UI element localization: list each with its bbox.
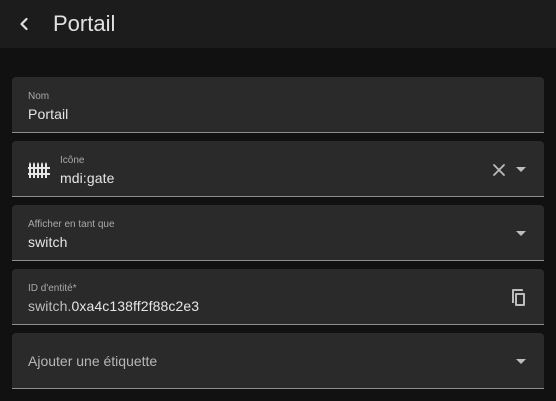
add-label-placeholder: Ajouter une étiquette bbox=[28, 353, 158, 369]
clear-icon[interactable] bbox=[492, 163, 506, 177]
show-as-select[interactable]: Afficher en tant que switch bbox=[12, 205, 544, 261]
back-button[interactable] bbox=[10, 10, 38, 38]
show-as-value[interactable]: switch bbox=[28, 233, 68, 251]
entity-id-value-wrapper[interactable]: switch.0xa4c138ff2f88c2e3 bbox=[28, 297, 199, 315]
copy-icon[interactable] bbox=[509, 288, 526, 307]
gate-icon bbox=[28, 162, 50, 178]
icon-field-label: Icône bbox=[60, 155, 85, 166]
entity-id-value[interactable]: 0xa4c138ff2f88c2e3 bbox=[72, 298, 200, 314]
chevron-down-icon[interactable] bbox=[516, 359, 526, 364]
app-header: Portail bbox=[0, 0, 556, 48]
name-field-value[interactable]: Portail bbox=[28, 105, 68, 123]
entity-id-field[interactable]: ID d'entité* switch.0xa4c138ff2f88c2e3 bbox=[12, 269, 544, 325]
page-title: Portail bbox=[53, 11, 116, 36]
entity-id-prefix: switch. bbox=[28, 298, 72, 314]
name-field-label: Nom bbox=[28, 91, 50, 102]
chevron-down-icon[interactable] bbox=[516, 167, 526, 172]
icon-field-value[interactable]: mdi:gate bbox=[60, 169, 115, 187]
add-label-select[interactable]: Ajouter une étiquette bbox=[12, 333, 544, 389]
entity-id-label: ID d'entité* bbox=[28, 283, 77, 294]
name-field[interactable]: Nom Portail bbox=[12, 77, 544, 133]
icon-field[interactable]: Icône mdi:gate bbox=[12, 141, 544, 197]
chevron-left-icon bbox=[20, 17, 28, 31]
chevron-down-icon[interactable] bbox=[516, 231, 526, 236]
show-as-label: Afficher en tant que bbox=[28, 219, 115, 230]
form-container: Nom Portail Icône mdi:gate Afficher en t… bbox=[0, 48, 556, 401]
